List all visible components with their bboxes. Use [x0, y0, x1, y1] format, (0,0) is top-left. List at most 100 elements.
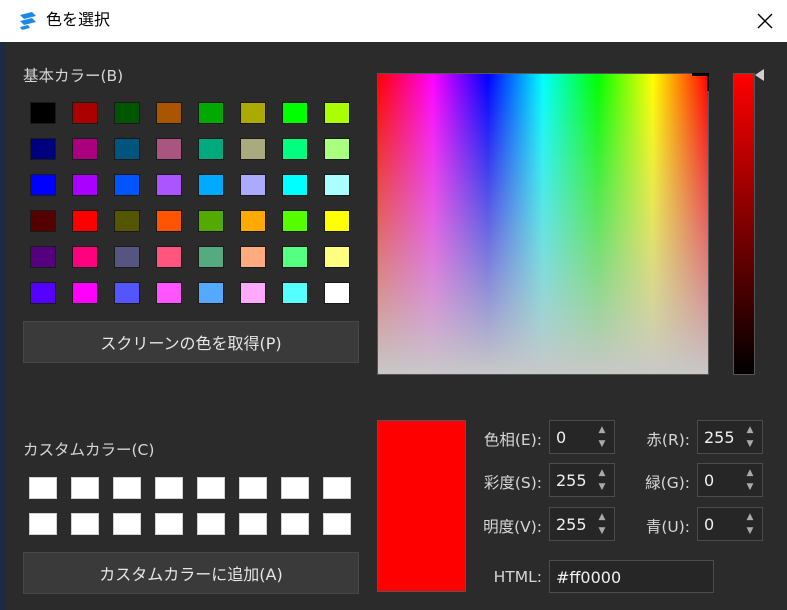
add-custom-color-button[interactable]: カスタムカラーに追加(A) [23, 552, 359, 594]
html-input[interactable]: #ff0000 [549, 560, 714, 593]
basic-color-swatch[interactable] [324, 246, 350, 268]
spin-down-icon[interactable]: ▼ [594, 480, 610, 494]
basic-color-swatch[interactable] [114, 282, 140, 304]
spin-up-icon[interactable]: ▲ [742, 510, 758, 524]
value-slider[interactable] [733, 73, 755, 375]
custom-color-swatch[interactable] [197, 477, 225, 499]
custom-color-swatch[interactable] [197, 513, 225, 535]
custom-color-swatch[interactable] [239, 513, 267, 535]
blue-value[interactable]: 0 [704, 515, 714, 534]
basic-color-swatch[interactable] [30, 246, 56, 268]
spin-down-icon[interactable]: ▼ [742, 524, 758, 538]
custom-color-swatch[interactable] [281, 477, 309, 499]
basic-color-swatch[interactable] [30, 282, 56, 304]
spin-down-icon[interactable]: ▼ [742, 437, 758, 451]
basic-color-swatch[interactable] [114, 138, 140, 160]
basic-color-swatch[interactable] [282, 246, 308, 268]
basic-color-swatch[interactable] [282, 102, 308, 124]
saturation-spinbox[interactable]: 255 ▲ ▼ [549, 463, 615, 497]
custom-color-swatch[interactable] [113, 513, 141, 535]
basic-color-swatch[interactable] [156, 246, 182, 268]
basic-color-swatch[interactable] [240, 210, 266, 232]
red-label: 赤(R): [646, 431, 690, 449]
basic-color-swatch[interactable] [324, 210, 350, 232]
spin-down-icon[interactable]: ▼ [594, 437, 610, 451]
red-spinbox[interactable]: 255 ▲ ▼ [697, 420, 763, 454]
basic-color-swatch[interactable] [72, 282, 98, 304]
basic-color-swatch[interactable] [72, 174, 98, 196]
basic-color-swatch[interactable] [30, 174, 56, 196]
spin-down-icon[interactable]: ▼ [594, 524, 610, 538]
slider-arrow-icon[interactable] [755, 69, 764, 81]
custom-color-swatch[interactable] [323, 477, 351, 499]
custom-color-swatch[interactable] [323, 513, 351, 535]
basic-color-swatch[interactable] [156, 174, 182, 196]
pick-screen-color-button[interactable]: スクリーンの色を取得(P) [23, 321, 359, 363]
basic-color-swatch[interactable] [282, 138, 308, 160]
basic-color-swatch[interactable] [324, 174, 350, 196]
basic-color-swatch[interactable] [114, 174, 140, 196]
basic-color-swatch[interactable] [72, 138, 98, 160]
hue-value[interactable]: 0 [556, 428, 566, 447]
basic-color-swatch[interactable] [240, 138, 266, 160]
basic-color-swatch[interactable] [324, 282, 350, 304]
basic-color-swatch[interactable] [72, 102, 98, 124]
basic-color-swatch[interactable] [114, 102, 140, 124]
basic-color-swatch[interactable] [156, 210, 182, 232]
custom-color-swatch[interactable] [71, 513, 99, 535]
basic-color-swatch[interactable] [30, 102, 56, 124]
custom-color-swatch[interactable] [29, 513, 57, 535]
basic-color-swatch[interactable] [240, 102, 266, 124]
basic-color-swatch[interactable] [198, 138, 224, 160]
custom-color-swatch[interactable] [113, 477, 141, 499]
spin-down-icon[interactable]: ▼ [742, 480, 758, 494]
basic-color-swatch[interactable] [198, 174, 224, 196]
spin-up-icon[interactable]: ▲ [742, 466, 758, 480]
blue-spinbox[interactable]: 0 ▲ ▼ [697, 507, 763, 541]
basic-color-swatch[interactable] [240, 246, 266, 268]
basic-color-swatch[interactable] [156, 102, 182, 124]
saturation-value[interactable]: 255 [556, 471, 587, 490]
basic-color-swatch[interactable] [198, 102, 224, 124]
custom-color-swatch[interactable] [239, 477, 267, 499]
custom-color-swatch[interactable] [281, 513, 309, 535]
basic-color-swatch[interactable] [156, 138, 182, 160]
basic-color-swatch[interactable] [324, 138, 350, 160]
hue-spinbox[interactable]: 0 ▲ ▼ [549, 420, 615, 454]
basic-color-swatch[interactable] [114, 246, 140, 268]
basic-color-swatch[interactable] [198, 210, 224, 232]
app-logo-icon [18, 11, 38, 31]
basic-color-swatch[interactable] [114, 210, 140, 232]
red-value[interactable]: 255 [704, 428, 735, 447]
basic-color-swatch[interactable] [240, 174, 266, 196]
title-bar: 色を選択 [0, 0, 787, 42]
basic-color-swatch[interactable] [72, 210, 98, 232]
html-value[interactable]: #ff0000 [556, 568, 621, 587]
custom-color-swatch[interactable] [29, 477, 57, 499]
value-value[interactable]: 255 [556, 515, 587, 534]
basic-color-swatch[interactable] [282, 282, 308, 304]
basic-color-swatch[interactable] [198, 246, 224, 268]
close-button[interactable] [744, 4, 786, 38]
hue-saturation-picker[interactable] [377, 73, 709, 375]
custom-color-swatch[interactable] [155, 513, 183, 535]
basic-color-swatch[interactable] [30, 210, 56, 232]
basic-color-swatch[interactable] [72, 246, 98, 268]
blue-label: 青(U): [645, 518, 690, 536]
green-value[interactable]: 0 [704, 471, 714, 490]
basic-color-swatch[interactable] [282, 210, 308, 232]
basic-color-swatch[interactable] [198, 282, 224, 304]
basic-color-swatch[interactable] [156, 282, 182, 304]
basic-color-swatch[interactable] [30, 138, 56, 160]
custom-color-swatch[interactable] [155, 477, 183, 499]
spin-up-icon[interactable]: ▲ [594, 466, 610, 480]
custom-color-swatch[interactable] [71, 477, 99, 499]
spin-up-icon[interactable]: ▲ [594, 510, 610, 524]
basic-color-swatch[interactable] [324, 102, 350, 124]
basic-color-swatch[interactable] [282, 174, 308, 196]
spin-up-icon[interactable]: ▲ [594, 423, 610, 437]
value-spinbox[interactable]: 255 ▲ ▼ [549, 507, 615, 541]
spin-up-icon[interactable]: ▲ [742, 423, 758, 437]
basic-color-swatch[interactable] [240, 282, 266, 304]
green-spinbox[interactable]: 0 ▲ ▼ [697, 463, 763, 497]
